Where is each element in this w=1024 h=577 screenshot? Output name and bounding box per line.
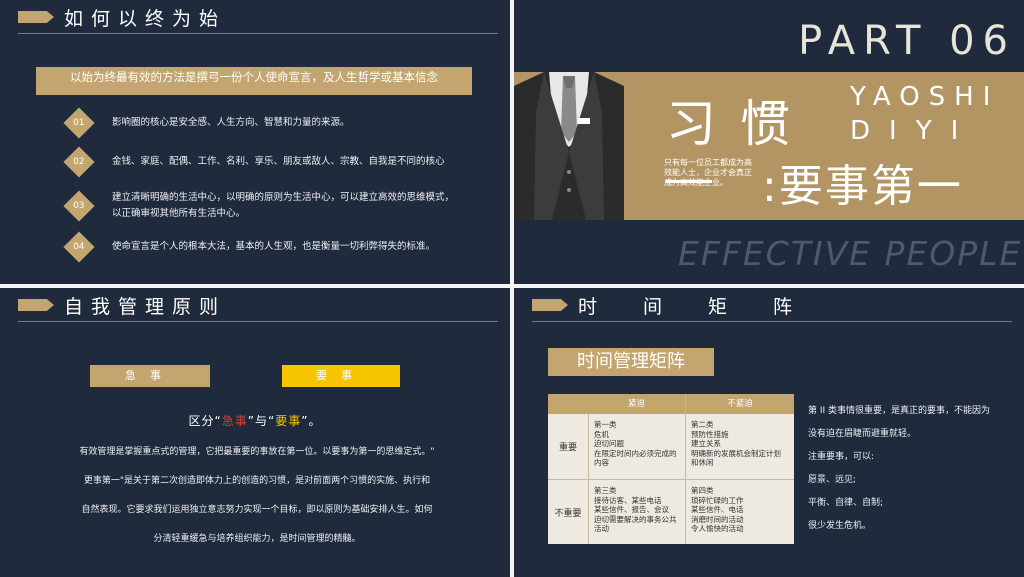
slide-header: 自我管理原则: [18, 294, 227, 318]
matrix-col-urgent: 紧迫: [588, 394, 685, 414]
matrix-divider: [548, 479, 794, 480]
caption-text: 只有每一位员工都成为高效能人士，企业才会真正成为高效能企业。: [664, 158, 752, 187]
item-number: 04: [73, 241, 85, 252]
header-divider: [18, 33, 498, 34]
suit-illustration: [514, 72, 624, 220]
arrow-marker-icon: [18, 299, 54, 311]
slide-self-management[interactable]: 自我管理原则 急事 要事 区分“急事”与“要事”。 有效管理是掌握重点式的管理，…: [0, 288, 510, 577]
slide-header: 如何以终为始: [18, 6, 227, 30]
matrix-title: 时间管理矩阵: [548, 348, 714, 376]
matrix-cell-3: 第三类 接待访客、某些电话 某些信件、报告、会议 迫切需要解决的事务公共活动: [594, 486, 677, 533]
slide-title: 如何以终为始: [64, 7, 227, 30]
matrix-col-not-urgent: 不紧迫: [686, 394, 794, 414]
matrix-header-corner: [548, 394, 588, 414]
matrix-notes: 第 II 类事情很重要，是真正的要事，不能因为 没有迫在眉睫而避重就轻。 注重要…: [808, 400, 1014, 538]
distinguish-mid: ”与“: [247, 414, 276, 428]
matrix-cell-4: 第四类 琐碎忙碌的工作 某些信件、电话 消磨时间的活动 令人愉快的活动: [691, 486, 744, 533]
matrix-divider: [685, 394, 686, 544]
item-number: 02: [73, 156, 85, 167]
note-line: 愿景、远见;: [808, 475, 857, 485]
diamond-number-icon: 02: [63, 146, 95, 178]
arrow-marker-icon: [18, 11, 54, 23]
header-divider: [18, 321, 498, 322]
distinguish-suffix: ”。: [301, 414, 322, 428]
item-number: 01: [73, 117, 85, 128]
important-tag: 要事: [282, 365, 400, 387]
item-number: 03: [73, 200, 85, 211]
diamond-number-icon: 04: [63, 231, 95, 263]
arrow-marker-icon: [532, 299, 568, 311]
pinyin-diyi: DIYI: [850, 116, 978, 146]
note-line: 平衡、自律、自制;: [808, 498, 884, 508]
matrix-cell-2: 第二类 预防性措施 建立关系 明确新的发展机会制定计划和休闲: [691, 420, 781, 467]
part-number: PART 06: [798, 18, 1016, 64]
slide-title: 自我管理原则: [64, 295, 227, 318]
slide-time-matrix[interactable]: 时间矩阵 时间管理矩阵 紧迫 不紧迫 重要 不重要 第一类 危机 迫切问题 在限…: [514, 288, 1024, 577]
item-text: 影响圈的核心是安全感、人生方向、智慧和力量的来源。: [112, 117, 350, 128]
slide-part-06-cover[interactable]: PART 06 习惯 YAOSHI DIYI :要事第一 只有每一位员工都成为高…: [514, 0, 1024, 284]
urgent-tag: 急事: [90, 365, 210, 387]
item-text: 金钱、家庭、配偶、工作、名利、享乐、朋友或敌人、宗教、自我是不同的核心: [112, 156, 445, 167]
slide-how-begin-with-end[interactable]: 如何以终为始 以始为终最有效的方法是撰弓一份个人使命宣言，及人生哲学或基本信念 …: [0, 0, 510, 284]
important-word: 要事: [275, 414, 302, 428]
item-text: 建立清晰明确的生活中心，以明确的原则为生活中心，可以建立高效的思维模式，以正确审…: [112, 192, 455, 219]
slide-header: 时间矩阵: [532, 294, 839, 318]
note-line: 第 II 类事情很重要，是真正的要事，不能因为: [808, 406, 991, 416]
matrix-row-important: 重要: [558, 443, 577, 453]
note-line: 没有迫在眉睫而避重就轻。: [808, 429, 917, 439]
diamond-number-icon: 03: [63, 190, 95, 222]
matrix-cell-1: 第一类 危机 迫切问题 在限定时间内必须完成的内容: [594, 420, 677, 467]
urgent-word: 急事: [221, 414, 248, 428]
list-item: 04 使命宣言是个人的根本大法，基本的人生观，也是衡量一切利弊得失的标准。: [63, 231, 462, 263]
note-line: 注重要事，可以:: [808, 452, 875, 462]
habit-title: 习惯: [666, 95, 814, 153]
body-paragraph: 有效管理是掌握重点式的管理，它把最重要的事放在第一位。以要事为第一的思维定式。"…: [79, 447, 435, 544]
pinyin-yaoshi: YAOSHI: [850, 82, 1000, 112]
time-matrix-table: 紧迫 不紧迫 重要 不重要 第一类 危机 迫切问题 在限定时间内必须完成的内容 …: [548, 394, 794, 544]
diamond-number-icon: 01: [63, 107, 95, 139]
item-text: 使命宣言是个人的根本大法，基本的人生观，也是衡量一切利弊得失的标准。: [112, 241, 436, 252]
note-line: 很少发生危机。: [808, 521, 872, 531]
list-item: 03 建立清晰明确的生活中心，以明确的原则为生活中心，可以建立高效的思维模式，以…: [63, 190, 462, 222]
distinguish-prefix: 区分“: [188, 414, 222, 428]
put-first-things-title: :要事第一: [762, 161, 963, 212]
banner-text: 以始为终最有效的方法是撰弓一份个人使命宣言，及人生哲学或基本信念: [36, 67, 472, 95]
distinguish-line: 区分“急事”与“要事”。: [0, 412, 510, 429]
matrix-row-not-important: 不重要: [554, 509, 582, 519]
header-divider: [532, 321, 1012, 322]
effective-people-text: EFFECTIVE PEOPLE: [678, 234, 1023, 273]
slide-title: 时间矩阵: [578, 295, 839, 318]
list-item: 01 影响圈的核心是安全感、人生方向、智慧和力量的来源。: [63, 107, 462, 139]
list-item: 02 金钱、家庭、配偶、工作、名利、享乐、朋友或敌人、宗教、自我是不同的核心: [63, 146, 462, 178]
